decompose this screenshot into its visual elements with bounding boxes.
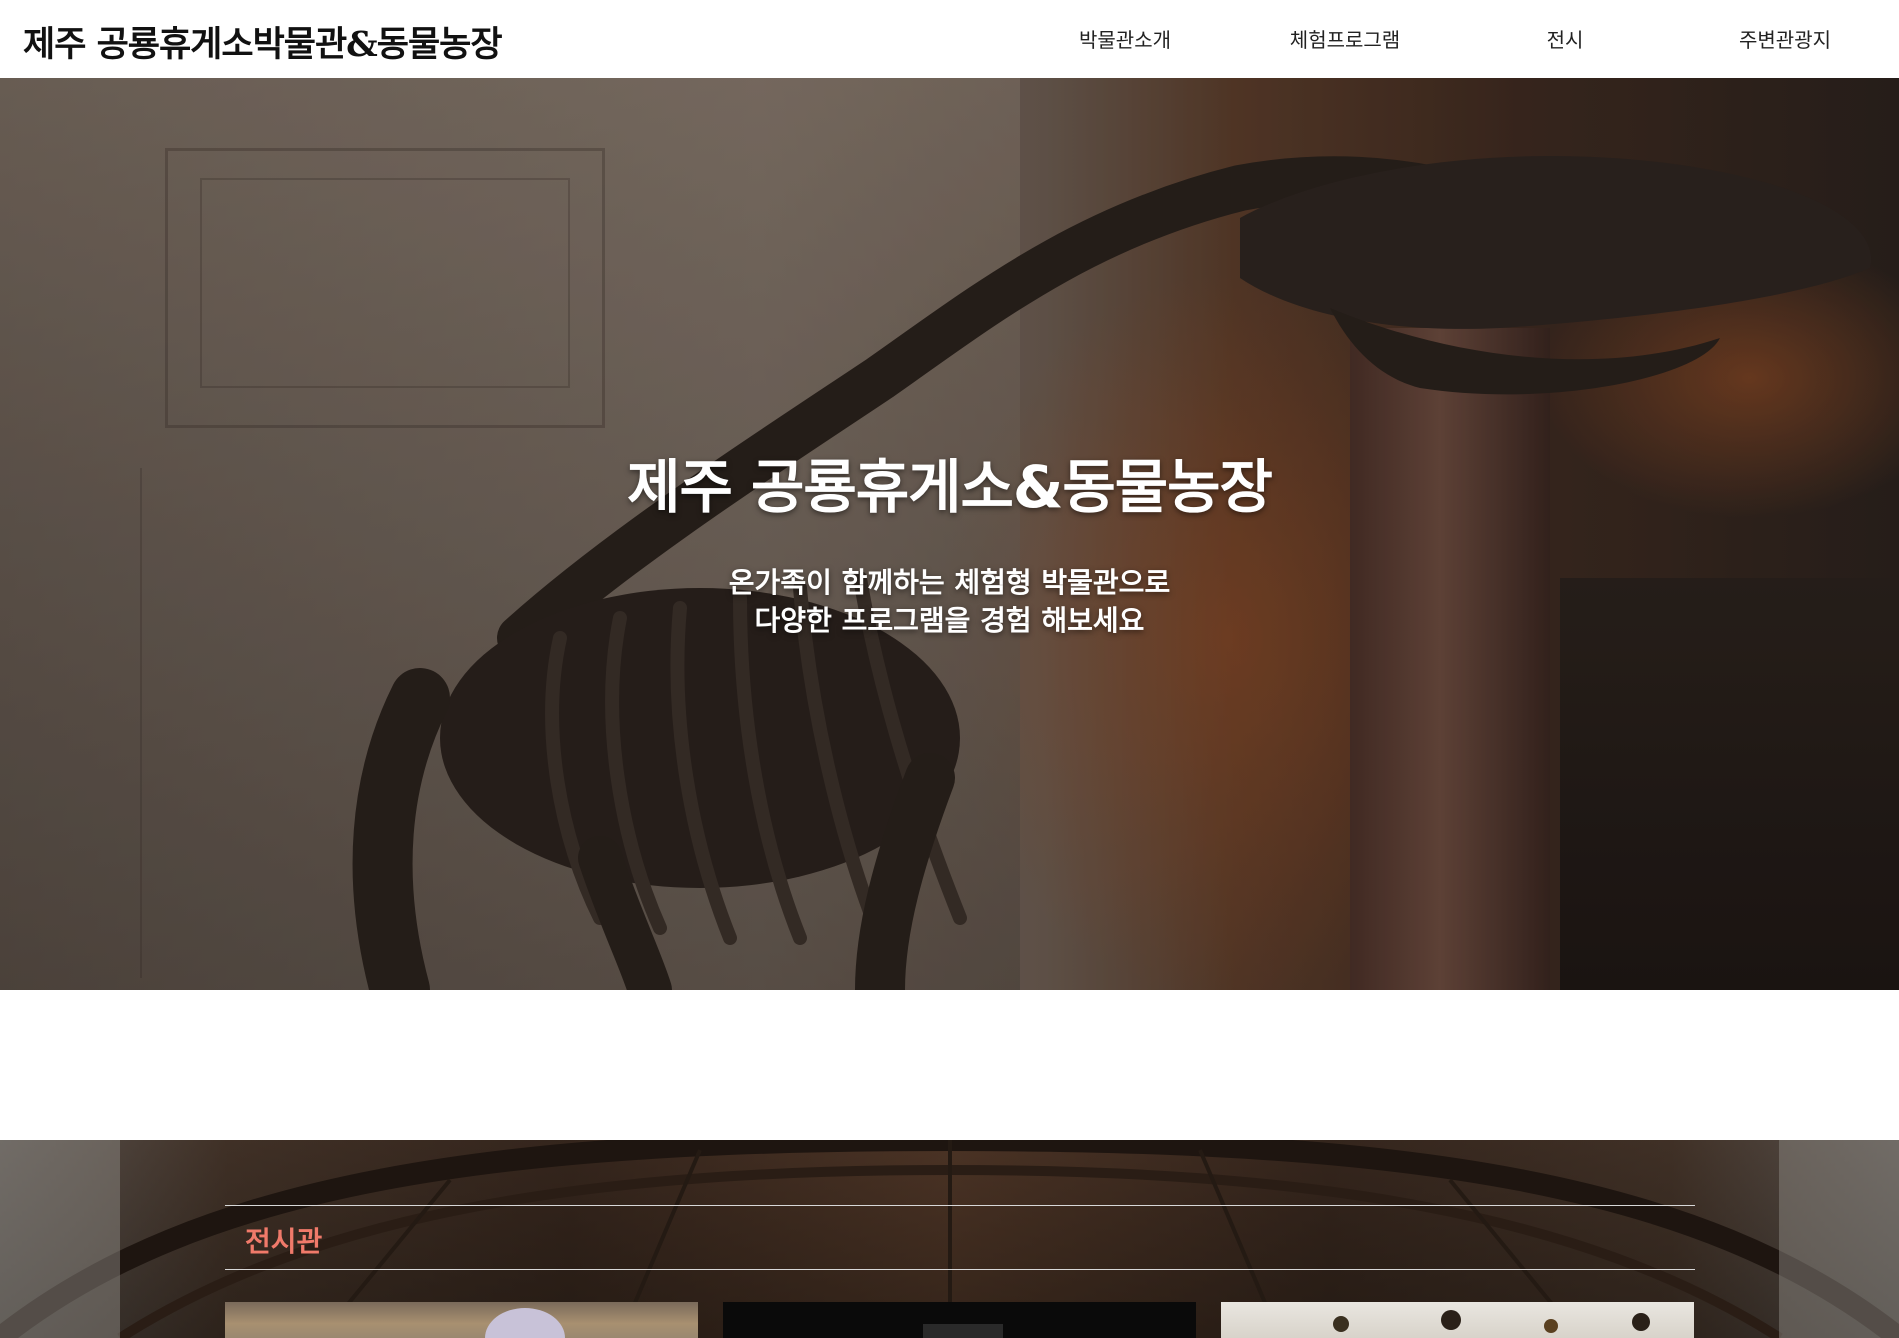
hero-banner: 제주 공룡휴게소&동물농장 온가족이 함께하는 체험형 박물관으로 다양한 프로… [0, 78, 1899, 990]
hero-dim-overlay [0, 78, 1899, 990]
exhibit-card-1[interactable] [225, 1302, 698, 1338]
main-nav: 박물관소개 체험프로그램 전시 주변관광지 [0, 24, 1899, 54]
hero-subtitle: 온가족이 함께하는 체험형 박물관으로 다양한 프로그램을 경험 해보세요 [0, 564, 1899, 640]
exhibit-card-3-image [1333, 1310, 1650, 1333]
site-header: 제주 공룡휴게소박물관&동물농장 박물관소개 체험프로그램 전시 주변관광지 [0, 0, 1899, 78]
exhibit-divider-bottom [225, 1269, 1695, 1270]
nav-item-museum-intro[interactable]: 박물관소개 [1025, 24, 1225, 53]
exhibit-divider-top [225, 1205, 1695, 1206]
nav-item-exhibition[interactable]: 전시 [1465, 24, 1665, 53]
exhibit-card-3[interactable] [1221, 1302, 1694, 1338]
exhibit-card-2[interactable] [723, 1302, 1196, 1338]
nav-item-nearby-attractions[interactable]: 주변관광지 [1685, 24, 1885, 53]
exhibit-card-1-image [485, 1308, 565, 1338]
nav-item-programs[interactable]: 체험프로그램 [1245, 24, 1445, 53]
exhibit-section: 전시관 [0, 1140, 1899, 1338]
hero-title: 제주 공룡휴게소&동물농장 [627, 453, 1273, 521]
exhibit-card-2-image [923, 1324, 1003, 1338]
exhibit-section-title: 전시관 [245, 1225, 323, 1258]
hero-subtitle-line-1: 온가족이 함께하는 체험형 박물관으로 [728, 566, 1171, 599]
hero-subtitle-line-2: 다양한 프로그램을 경험 해보세요 [754, 604, 1145, 637]
